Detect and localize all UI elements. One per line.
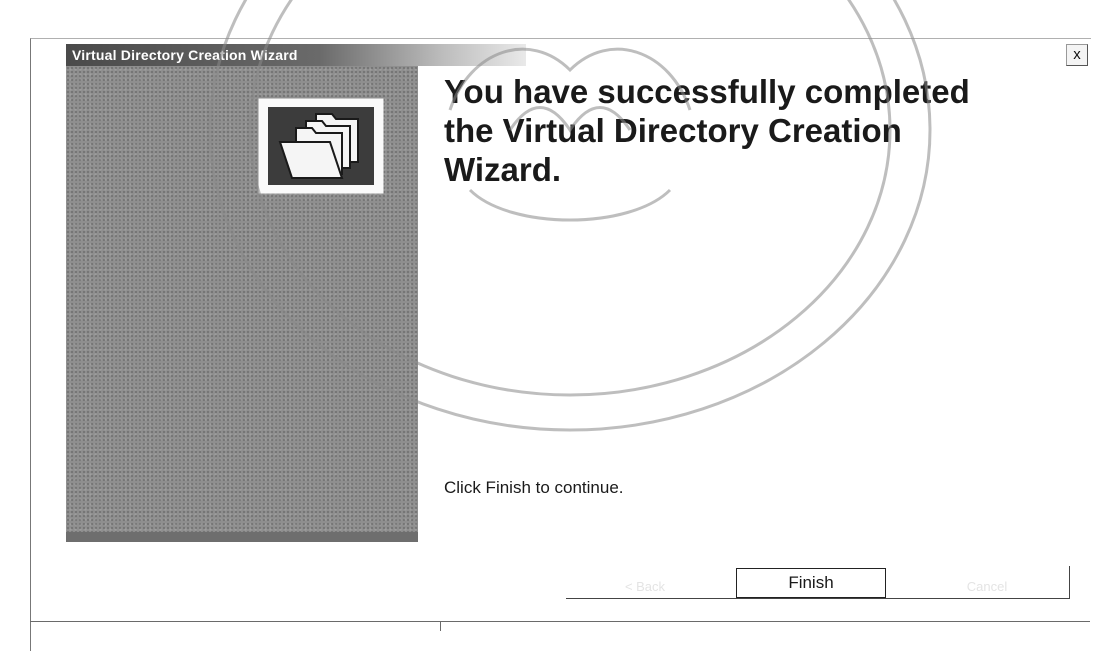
finish-button[interactable]: Finish xyxy=(736,568,886,598)
completion-heading: You have successfully completed the Virt… xyxy=(444,73,970,188)
back-button[interactable]: < Back xyxy=(570,573,720,601)
close-button[interactable]: x xyxy=(1066,44,1088,66)
window-title: Virtual Directory Creation Wizard xyxy=(72,47,298,63)
cancel-button[interactable]: Cancel xyxy=(912,573,1062,601)
title-strip: Virtual Directory Creation Wizard xyxy=(66,44,526,66)
bottom-divider xyxy=(30,621,1090,622)
folders-icon xyxy=(258,98,384,194)
bottom-tick xyxy=(440,621,441,631)
title-bar: Virtual Directory Creation Wizard x xyxy=(66,44,1088,66)
instruction-text: Click Finish to continue. xyxy=(444,478,624,497)
close-icon: x xyxy=(1073,46,1081,63)
cancel-button-edge xyxy=(1069,566,1070,599)
